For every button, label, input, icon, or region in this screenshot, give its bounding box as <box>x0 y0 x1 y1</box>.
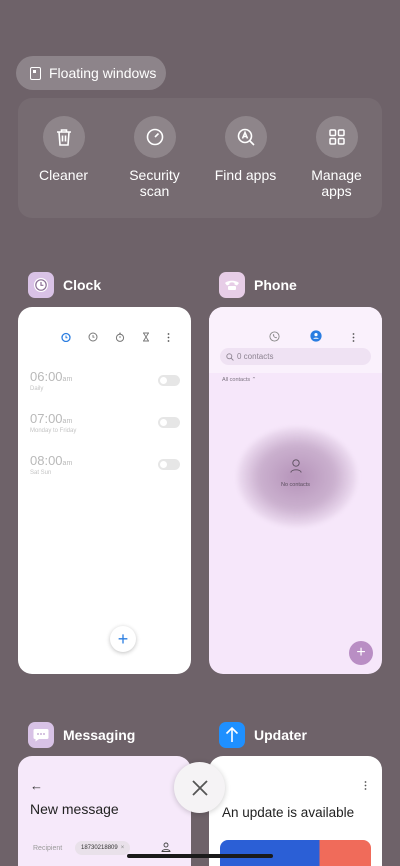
messaging-app-header[interactable]: Messaging <box>28 722 135 748</box>
floating-windows-button[interactable]: Floating windows <box>16 56 166 90</box>
manage-apps-label: Manage apps <box>311 167 362 199</box>
recipient-chip: 18730218809 × <box>75 841 131 855</box>
alarm-row[interactable]: 08:00am Sat Sun <box>30 453 180 483</box>
contacts-search-input[interactable]: 0 contacts <box>220 348 371 365</box>
recipient-number: 18730218809 <box>81 845 118 851</box>
contacts-icon <box>310 329 322 347</box>
updater-app-card[interactable]: An update is available <box>209 756 382 866</box>
alarm-repeat: Sat Sun <box>30 470 52 476</box>
alarm-toggle[interactable] <box>158 459 180 470</box>
cleaner-label: Cleaner <box>38 167 89 183</box>
more-options-icon <box>352 329 355 347</box>
new-message-title: New message <box>30 801 119 817</box>
clock-tab-bar <box>18 307 191 347</box>
clock-app-icon <box>28 272 54 298</box>
alarm-row[interactable]: 07:00am Monday to Friday <box>30 411 180 441</box>
manage-apps-button[interactable]: Manage apps <box>294 116 380 218</box>
phone-app-header[interactable]: Phone <box>219 272 297 298</box>
remove-recipient-icon: × <box>120 845 125 851</box>
timer-icon <box>142 329 150 347</box>
updater-app-header[interactable]: Updater <box>219 722 307 748</box>
floating-window-icon <box>30 66 41 80</box>
stopwatch-icon <box>115 329 125 347</box>
add-contact-icon <box>161 842 171 852</box>
update-available-title: An update is available <box>222 805 355 820</box>
clock-app-name: Clock <box>63 277 102 293</box>
clock-app-card[interactable]: 06:00am Daily 07:00am Monday to Friday 0… <box>18 307 191 674</box>
alarm-toggle[interactable] <box>158 417 180 428</box>
close-icon <box>191 779 208 796</box>
home-indicator[interactable] <box>127 854 273 858</box>
clock-app-header[interactable]: Clock <box>28 272 101 298</box>
find-apps-label: Find apps <box>214 167 277 183</box>
update-banner-image <box>220 840 371 866</box>
messaging-app-name: Messaging <box>63 727 136 743</box>
security-scan-label: Security scan <box>129 167 180 199</box>
world-clock-icon <box>88 329 98 347</box>
find-apps-icon <box>224 116 267 158</box>
alarm-repeat: Daily <box>30 386 44 392</box>
alarm-icon <box>60 329 71 347</box>
more-options-icon <box>364 781 367 790</box>
add-contact-button[interactable]: + <box>349 641 373 665</box>
alarm-toggle[interactable] <box>158 375 180 386</box>
cleaner-button[interactable]: Cleaner <box>21 116 107 218</box>
phone-app-card[interactable]: 0 contacts All contacts ⌃ No contacts + <box>209 307 382 674</box>
floating-windows-label: Floating windows <box>49 65 157 81</box>
search-placeholder: 0 contacts <box>237 352 274 361</box>
updater-app-name: Updater <box>254 727 307 743</box>
phone-app-icon <box>219 272 245 298</box>
phone-app-name: Phone <box>254 277 297 293</box>
add-alarm-button[interactable]: + <box>110 626 136 652</box>
empty-state-blob <box>237 427 357 527</box>
recipient-label: Recipient <box>33 845 63 852</box>
alarm-row[interactable]: 06:00am Daily <box>30 369 180 399</box>
messaging-app-icon <box>28 722 54 748</box>
find-apps-button[interactable]: Find apps <box>203 116 289 218</box>
call-log-icon <box>269 329 280 347</box>
quick-tools-panel: Cleaner Security scan Find apps Manage app… <box>18 98 382 218</box>
messaging-app-card[interactable]: ← New message Recipient 18730218809 × <box>18 756 191 866</box>
updater-app-icon <box>219 722 245 748</box>
empty-state-text: No contacts <box>280 482 311 488</box>
back-arrow-icon: ← <box>30 778 43 793</box>
security-scan-button[interactable]: Security scan <box>112 116 198 218</box>
alarm-repeat: Monday to Friday <box>30 428 77 434</box>
more-options-icon <box>167 329 170 347</box>
phone-tab-bar <box>269 329 379 347</box>
grid-icon <box>315 116 358 158</box>
clear-all-button[interactable] <box>174 762 225 813</box>
speedometer-icon <box>133 116 176 158</box>
contacts-filter[interactable]: All contacts ⌃ <box>222 377 256 383</box>
person-icon <box>290 459 302 473</box>
trash-icon <box>42 116 85 158</box>
search-icon <box>226 352 234 361</box>
